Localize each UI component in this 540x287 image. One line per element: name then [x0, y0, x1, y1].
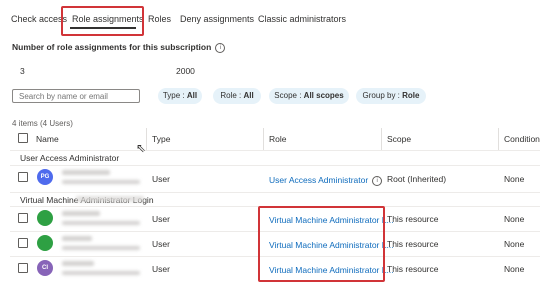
type-filter-value: All	[186, 91, 198, 100]
select-all-checkbox[interactable]	[18, 133, 28, 143]
redacted-email	[62, 246, 140, 250]
column-header-role[interactable]: Role	[269, 134, 286, 144]
column-header-condition[interactable]: Condition	[504, 134, 540, 144]
column-header-scope[interactable]: Scope	[387, 134, 411, 144]
tab-deny-assignments[interactable]: Deny assignments	[180, 14, 254, 24]
column-header-type[interactable]: Type	[152, 134, 170, 144]
row-type: User	[152, 174, 170, 184]
groupby-filter-key: Group by :	[362, 91, 400, 100]
redacted-email	[62, 180, 140, 184]
highlight-box-tab	[61, 6, 144, 36]
row-scope: Root (Inherited)	[387, 174, 447, 184]
scope-filter-key: Scope :	[274, 91, 302, 100]
avatar	[37, 235, 53, 251]
role-filter-key: Role :	[220, 91, 242, 100]
group-header-user-access-administrator[interactable]: User Access Administrator	[20, 153, 119, 163]
groupby-filter-pill[interactable]: Group by : Role	[356, 88, 426, 104]
row-checkbox[interactable]	[18, 213, 28, 223]
redacted-name	[62, 261, 94, 266]
avatar: PG	[37, 169, 53, 185]
tab-classic-administrators[interactable]: Classic administrators	[258, 14, 346, 24]
row-condition: None	[504, 214, 525, 224]
row-type: User	[152, 264, 170, 274]
column-divider[interactable]	[146, 128, 147, 150]
row-scope: This resource	[387, 264, 439, 274]
assignment-count-title-text: Number of role assignments for this subs…	[12, 42, 212, 52]
role-filter-pill[interactable]: Role : All	[213, 88, 261, 104]
row-condition: None	[504, 264, 525, 274]
row-condition: None	[504, 239, 525, 249]
scope-filter-pill[interactable]: Scope : All scopes	[269, 88, 349, 104]
scope-filter-value: All scopes	[303, 91, 344, 100]
column-header-name[interactable]: Name	[36, 134, 59, 144]
groupby-filter-value: Role	[402, 91, 420, 100]
row-scope: This resource	[387, 214, 439, 224]
mouse-cursor-icon: ⇖	[136, 141, 147, 155]
items-count: 4 items (4 Users)	[12, 119, 73, 128]
row-checkbox[interactable]	[18, 263, 28, 273]
search-input[interactable]	[12, 89, 140, 103]
tab-check-access[interactable]: Check access	[11, 14, 67, 24]
type-filter-pill[interactable]: Type : All	[158, 88, 202, 104]
tab-roles[interactable]: Roles	[148, 14, 171, 24]
divider	[10, 192, 540, 193]
row-scope: This resource	[387, 239, 439, 249]
redacted-name	[62, 211, 100, 216]
highlight-box-roles	[258, 206, 385, 282]
info-icon[interactable]: i	[372, 175, 383, 186]
assignment-count-limit: 2000	[176, 66, 195, 76]
divider	[10, 150, 540, 151]
redacted-group-text	[76, 196, 144, 202]
column-divider[interactable]	[381, 128, 382, 150]
row-role-link[interactable]: User Access Administrator i	[269, 175, 383, 186]
redacted-email	[62, 221, 140, 225]
role-filter-value: All	[243, 91, 254, 100]
row-type: User	[152, 214, 170, 224]
avatar: CI	[37, 260, 53, 276]
row-condition: None	[504, 174, 525, 184]
redacted-name	[62, 236, 92, 241]
divider	[10, 165, 540, 166]
redacted-email	[62, 271, 140, 275]
row-checkbox[interactable]	[18, 172, 28, 182]
redacted-name	[62, 170, 110, 175]
row-checkbox[interactable]	[18, 238, 28, 248]
assignment-count-current: 3	[20, 66, 25, 76]
row-type: User	[152, 239, 170, 249]
column-divider[interactable]	[263, 128, 264, 150]
column-divider[interactable]	[498, 128, 499, 150]
type-filter-key: Type :	[162, 91, 185, 100]
assignment-count-title: Number of role assignments for this subs…	[12, 42, 226, 53]
avatar	[37, 210, 53, 226]
info-icon[interactable]: i	[215, 42, 226, 53]
row-role-text: User Access Administrator	[269, 175, 369, 185]
